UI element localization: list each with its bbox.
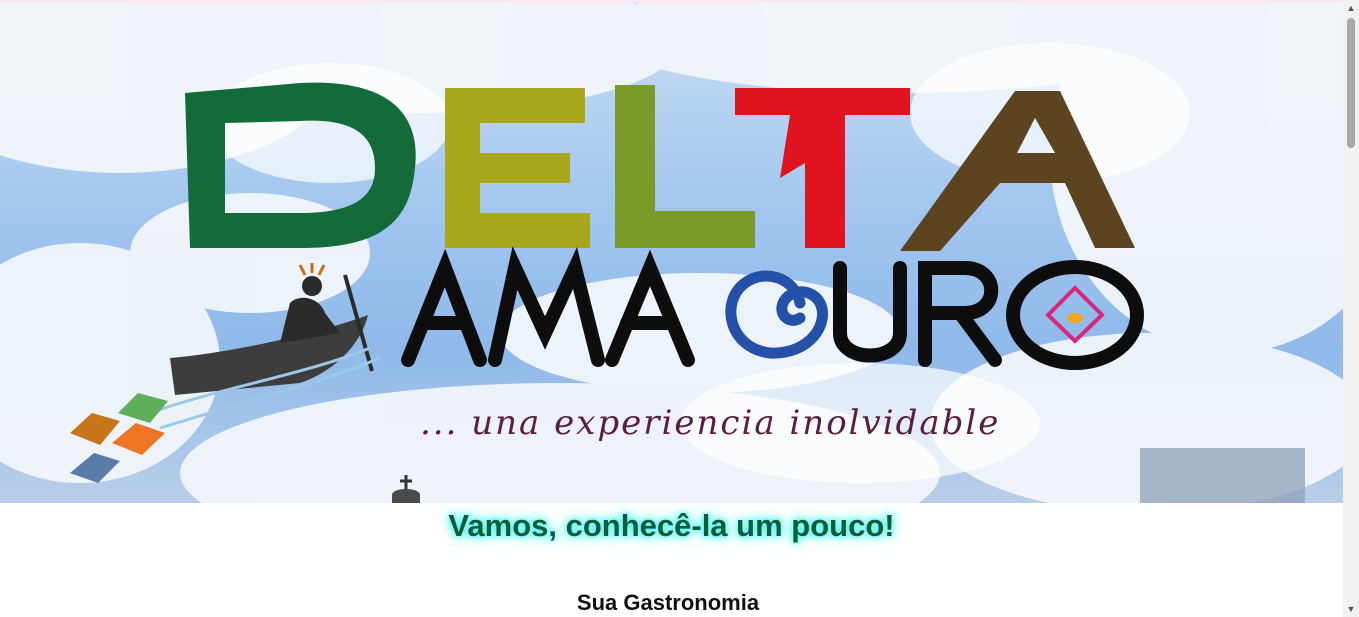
letter-t-icon xyxy=(735,88,910,248)
page-headline: Vamos, conhecê-la um pouco! xyxy=(448,508,895,543)
section-title-gastronomy: Sua Gastronomia xyxy=(576,590,760,615)
hero-tagline: ... una experiencia inolvidable xyxy=(420,403,1001,443)
scroll-down-icon[interactable]: ▼ xyxy=(1346,604,1356,614)
scroll-up-icon[interactable]: ▲ xyxy=(1346,3,1356,13)
hero-banner: ... una experiencia inolvidable xyxy=(0,3,1343,503)
vertical-scrollbar[interactable]: ▲ ▼ xyxy=(1343,0,1359,617)
letter-l-icon xyxy=(615,85,755,248)
building-image xyxy=(1140,448,1305,503)
scrollbar-thumb[interactable] xyxy=(1347,18,1355,148)
letter-e-icon xyxy=(445,88,590,248)
